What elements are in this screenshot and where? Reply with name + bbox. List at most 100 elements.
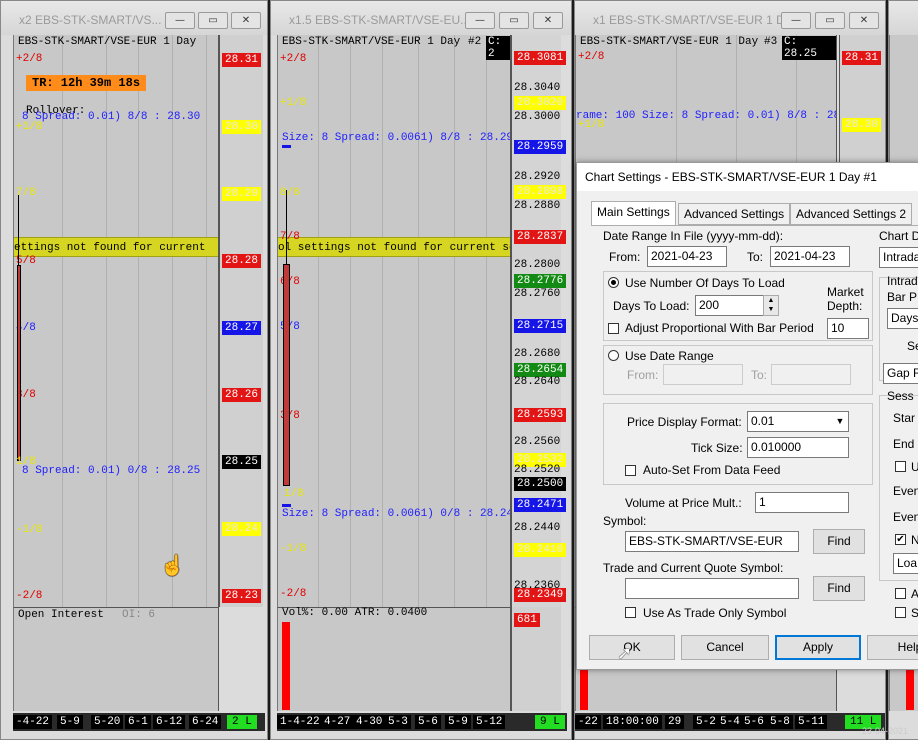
price-label: 28.2654	[514, 363, 567, 377]
price-label: 28.2593	[514, 408, 567, 422]
fraction-label: 8/8	[280, 187, 300, 199]
price-label: 28.24	[222, 522, 262, 536]
minimize-button[interactable]: —	[781, 12, 811, 29]
fraction-label: +2/8	[16, 53, 43, 65]
chart-number: #3	[764, 36, 778, 48]
date-label: 5-9	[445, 715, 471, 729]
price-label: 28.30	[222, 120, 262, 134]
maximize-button[interactable]: ▭	[815, 12, 845, 29]
date-label: 18:00:00	[603, 715, 662, 729]
new-label: N	[911, 533, 918, 547]
trade-only-checkbox[interactable]	[625, 607, 636, 618]
chart-settings-dialog: Chart Settings - EBS-STK-SMART/VSE-EUR 1…	[576, 162, 918, 670]
tick-size-input[interactable]: 0.010000	[747, 437, 849, 458]
chart-header: EBS-STK-SMART/VSE-EUR 1 Day	[18, 36, 197, 48]
volume-panel[interactable]: Vol%: 0.00 ATR: 0.0400	[277, 607, 511, 711]
fraction-label: 1/8	[284, 488, 304, 500]
price-chart[interactable]: EBS-STK-SMART/VSE-EUR 1 Day TR: 12h 39m …	[13, 35, 219, 607]
tab-main-settings[interactable]: Main Settings	[591, 201, 676, 226]
tick-size-label: Tick Size:	[691, 441, 743, 455]
use-days-label: Use Number Of Days To Load	[625, 276, 785, 290]
price-axis[interactable]: 28.3081 28.3040 28.3020 28.3000 28.2959 …	[511, 35, 567, 607]
volume-mult-input[interactable]: 1	[755, 492, 849, 513]
market-depth-input[interactable]: 10	[827, 318, 869, 339]
use-checkbox[interactable]	[895, 461, 906, 472]
price-label: 28.2500	[514, 477, 567, 491]
gap-fill-select[interactable]: Gap F	[883, 363, 918, 384]
date-label: 5-20	[91, 715, 124, 729]
new-checkbox[interactable]: ✔	[895, 534, 906, 545]
axis-tick: 28.2440	[514, 522, 561, 534]
volume-mult-label: Volume at Price Mult.:	[625, 496, 742, 510]
date-label: -22	[575, 715, 601, 729]
open-interest-panel[interactable]: Open Interest OI: 6	[13, 607, 219, 711]
chart-window-1: x2 EBS-STK-SMART/VS... — ▭ ✕ EBS-STK-SMA…	[0, 0, 268, 740]
axis-tick: 28.2640	[514, 376, 561, 388]
price-bar	[17, 265, 21, 461]
days-spinner[interactable]: ▲ ▼	[763, 295, 779, 316]
tab-advanced-settings-2[interactable]: Advanced Settings 2	[790, 203, 913, 225]
adjust-label: Adjust Proportional With Bar Period	[625, 321, 814, 335]
price-label: 28.2715	[514, 319, 567, 333]
window-titlebar[interactable]: x2 EBS-STK-SMART/VS... — ▭ ✕	[1, 1, 267, 35]
a-checkbox[interactable]	[895, 588, 906, 599]
axis-tick: 28.2800	[514, 259, 561, 271]
price-axis[interactable]: 28.31 28.30 28.29 28.28 28.27 28.26 28.2…	[219, 35, 263, 607]
bar-period-select[interactable]: Days	[887, 308, 918, 329]
symbol-input[interactable]: EBS-STK-SMART/VSE-EUR	[625, 531, 799, 552]
use-days-radio[interactable]	[608, 277, 619, 288]
price-label: 28.2776	[514, 274, 567, 288]
window-title: x1 EBS-STK-SMART/VSE-EUR 1 D...	[593, 13, 795, 27]
close-button[interactable]: ✕	[231, 12, 261, 29]
axis-tick: 28.2760	[514, 288, 561, 300]
days-to-load-input[interactable]: 200	[695, 295, 765, 316]
minimize-button[interactable]: —	[465, 12, 495, 29]
to-date-input[interactable]: 2021-04-23	[770, 246, 850, 267]
grid-line	[486, 35, 487, 607]
maximize-button[interactable]: ▭	[198, 12, 228, 29]
price-wick	[18, 195, 19, 265]
price-label: 28.23	[222, 589, 262, 603]
use-date-range-radio[interactable]	[608, 350, 619, 361]
cancel-button[interactable]: Cancel	[681, 635, 769, 660]
minimize-button[interactable]: —	[165, 12, 195, 29]
price-chart[interactable]: EBS-STK-SMART/VSE-EUR 1 Day #2 C: 2 +2/8…	[277, 35, 511, 607]
find-symbol-button[interactable]: Find	[813, 529, 865, 554]
from-date-input[interactable]: 2021-04-23	[647, 246, 727, 267]
price-wick	[286, 190, 287, 265]
trade-symbol-input[interactable]	[625, 578, 799, 599]
auto-set-label: Auto-Set From Data Feed	[643, 463, 781, 477]
maximize-button[interactable]: ▭	[499, 12, 529, 29]
date-axis: -4-22 5-9 5-20 6-1 6-12 6-24 2 L	[13, 713, 265, 731]
tick-marker	[282, 145, 291, 148]
apply-button[interactable]: Apply	[775, 635, 861, 660]
tab-advanced-settings[interactable]: Advanced Settings	[678, 203, 791, 225]
spread-text: 8 Spread: 0.01) 8/8 : 28.30	[22, 111, 201, 123]
symbol-label: Symbol:	[603, 514, 647, 528]
evening-end-label: Even	[893, 510, 918, 524]
find-trade-symbol-button[interactable]: Find	[813, 576, 865, 601]
volume-label: 681	[514, 613, 540, 627]
s-checkbox[interactable]	[895, 607, 906, 618]
adjust-checkbox[interactable]	[608, 323, 619, 334]
fraction-label: 7/8	[280, 231, 300, 243]
price-label: 28.2959	[514, 140, 567, 154]
window-titlebar[interactable]: x1 EBS-STK-SMART/VSE-EUR 1 D... — ▭ ✕	[575, 1, 885, 35]
date-label: 6-24	[189, 715, 222, 729]
chart-data-select[interactable]: Intrada	[879, 247, 918, 268]
chevron-down-icon[interactable]: ▼	[832, 412, 848, 431]
chart-data-label: Chart D	[879, 229, 918, 243]
volume-bar	[906, 668, 914, 710]
close-button[interactable]: ✕	[849, 12, 879, 29]
start-time-label: Star	[893, 411, 916, 425]
window-titlebar[interactable]: x1.5 EBS-STK-SMART/VSE-EU... — ▭ ✕	[271, 1, 571, 35]
price-label: 28.2471	[514, 498, 567, 512]
spread-text: Size: 8 Spread: 0.0061) 8/8 : 28.2959	[282, 132, 511, 144]
auto-set-checkbox[interactable]	[625, 465, 636, 476]
fraction-label: +2/8	[280, 53, 307, 65]
help-button[interactable]: Help	[867, 635, 918, 660]
chart-number: #2	[468, 36, 482, 48]
close-button[interactable]: ✕	[533, 12, 563, 29]
window-titlebar[interactable]	[889, 1, 918, 35]
load-select[interactable]: Loa	[893, 553, 918, 574]
